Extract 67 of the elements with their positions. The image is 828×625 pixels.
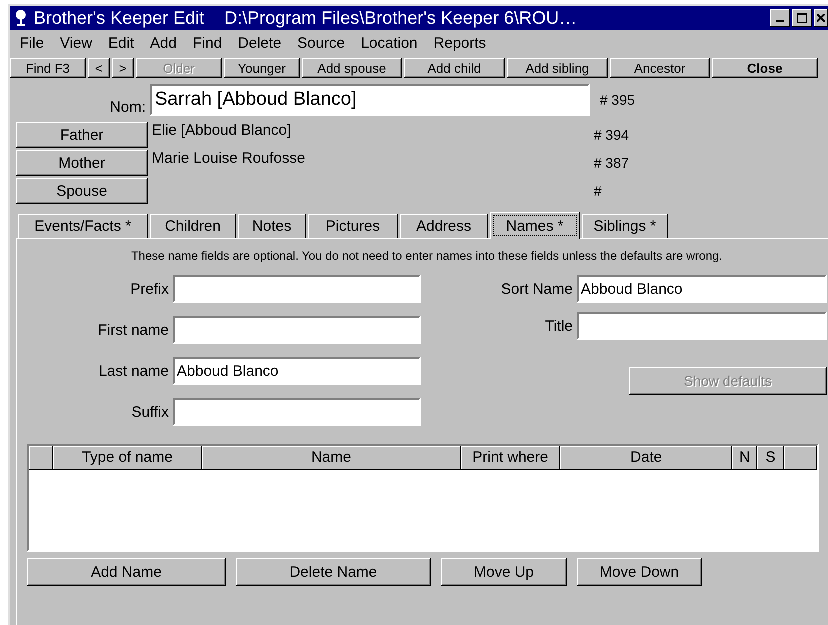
- menu-item[interactable]: Find: [184, 33, 230, 56]
- maximize-icon: [797, 13, 807, 23]
- text-field[interactable]: [173, 275, 421, 303]
- tab[interactable]: Names *: [490, 212, 580, 239]
- column-header[interactable]: S: [757, 446, 784, 470]
- menu-item[interactable]: Edit: [100, 33, 142, 56]
- tab[interactable]: Events/Facts *: [18, 214, 148, 238]
- field-label: Title: [544, 318, 574, 334]
- relative-button[interactable]: Father: [16, 122, 148, 148]
- menu-item[interactable]: Add: [142, 33, 185, 56]
- toolbar-button[interactable]: Add sibling: [507, 58, 608, 78]
- menu-item[interactable]: Location: [353, 33, 426, 56]
- column-header[interactable]: Print where: [460, 446, 560, 470]
- toolbar-button[interactable]: >: [112, 58, 134, 78]
- record-number: # 387: [594, 155, 630, 171]
- text-field[interactable]: [173, 398, 421, 426]
- field-label: Suffix: [130, 404, 170, 420]
- text-field[interactable]: [577, 312, 827, 340]
- toolbar-button[interactable]: Find F3: [10, 58, 86, 78]
- field-label: First name: [97, 322, 170, 338]
- tab[interactable]: Children: [150, 214, 236, 238]
- column-header[interactable]: Name: [202, 446, 461, 470]
- action-button[interactable]: Add Name: [27, 558, 226, 586]
- record-number: # 394: [594, 127, 630, 143]
- column-header[interactable]: Type of name: [52, 446, 202, 470]
- relative-name: Elie [Abboud Blanco]: [151, 122, 292, 139]
- menu-item[interactable]: Source: [290, 33, 354, 56]
- tree-icon: [14, 9, 28, 27]
- maximize-button[interactable]: [792, 9, 812, 27]
- text-field[interactable]: Abboud Blanco: [173, 357, 421, 385]
- tab[interactable]: Address: [400, 214, 488, 238]
- column-header[interactable]: Date: [560, 446, 732, 470]
- menu-item[interactable]: Reports: [426, 33, 494, 56]
- record-number: # 395: [600, 92, 636, 108]
- file-path: D:\Program Files\Brother's Keeper 6\ROU…: [224, 8, 578, 28]
- close-button[interactable]: [814, 9, 828, 27]
- action-button[interactable]: Move Up: [441, 558, 567, 586]
- minimize-button[interactable]: [770, 9, 790, 27]
- action-button[interactable]: Move Down: [577, 558, 702, 586]
- close-icon: [817, 14, 825, 22]
- field-label: Sort Name: [500, 280, 574, 298]
- relative-name: Marie Louise Roufosse: [151, 150, 306, 167]
- toolbar-button[interactable]: Add spouse: [302, 58, 402, 78]
- relative-button[interactable]: Mother: [16, 150, 148, 176]
- column-header[interactable]: N: [732, 446, 758, 470]
- menu-item[interactable]: Delete: [230, 33, 290, 56]
- menu-item[interactable]: View: [52, 33, 100, 56]
- text-field[interactable]: Abboud Blanco: [577, 275, 827, 303]
- tab[interactable]: Pictures: [308, 214, 398, 238]
- relative-button[interactable]: Spouse: [16, 178, 148, 204]
- menu-item[interactable]: File: [12, 33, 52, 56]
- toolbar-button[interactable]: <: [88, 58, 110, 78]
- toolbar-button[interactable]: Younger: [224, 58, 300, 78]
- text-field[interactable]: [173, 316, 421, 344]
- info-text: These name fields are optional. You do not need to enter names into these fields unless the defaults are wrong.: [130, 249, 724, 263]
- toolbar-button[interactable]: Add child: [404, 58, 505, 78]
- tab[interactable]: Notes: [238, 214, 306, 238]
- field-label: Last name: [98, 362, 170, 380]
- action-button[interactable]: Delete Name: [236, 558, 431, 586]
- tab[interactable]: Siblings *: [582, 214, 668, 238]
- record-number: #: [594, 183, 602, 199]
- toolbar-button[interactable]: Ancestor: [610, 58, 710, 78]
- name-field[interactable]: Sarrah [Abboud Blanco]: [150, 84, 590, 116]
- name-label: Nom:: [109, 99, 147, 116]
- window-title: Brother's Keeper Edit: [34, 8, 205, 28]
- field-label: Prefix: [130, 280, 170, 298]
- toolbar-button[interactable]: Close: [712, 58, 818, 78]
